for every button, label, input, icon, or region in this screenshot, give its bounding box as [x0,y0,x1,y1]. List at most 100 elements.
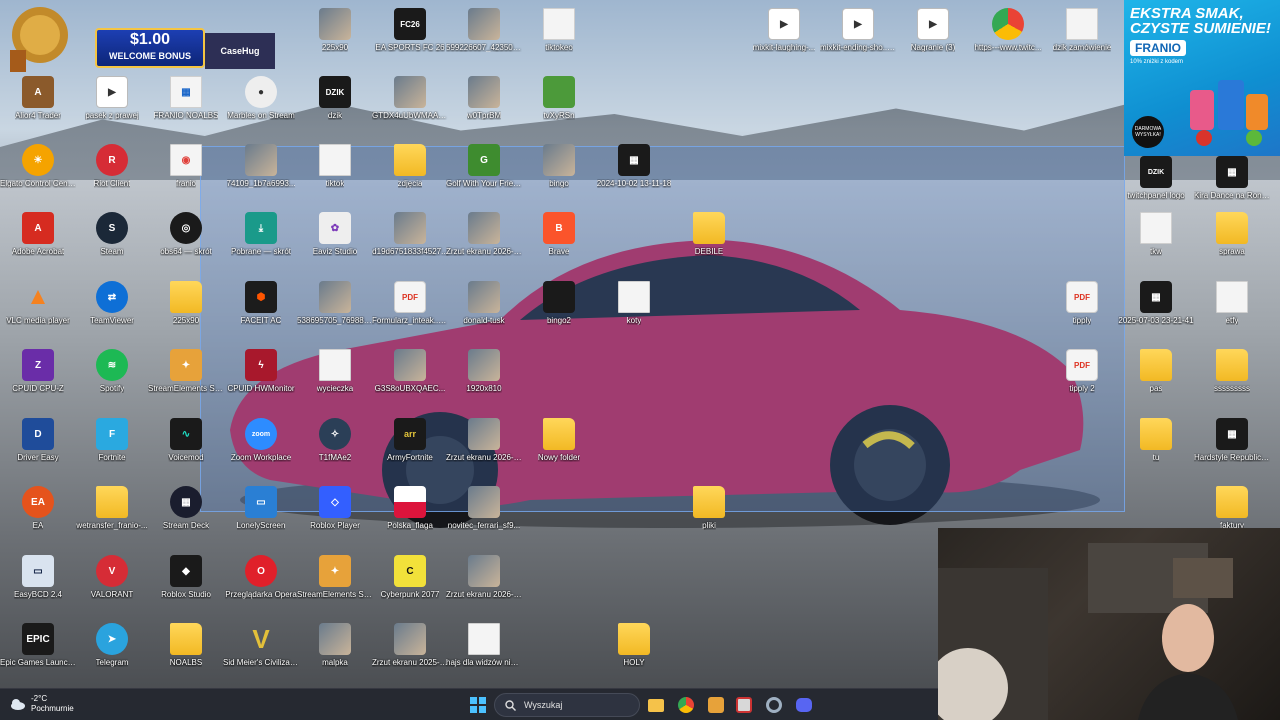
desktop-icon-opera[interactable]: O Przeglądarka Opera [223,555,299,621]
desktop-icon-malpka[interactable]: malpka [297,623,373,689]
desktop-icon-2025-07-03[interactable]: ▦ 2025-07-03 23-21-41 [1118,281,1194,347]
taskbar-file-explorer[interactable] [644,693,668,717]
desktop-icon-holy[interactable]: HOLY [596,623,672,689]
desktop-icon-etfy[interactable]: etfy [1194,281,1270,347]
desktop-icon-formularz[interactable]: PDF Formularz_inteak... (2) [372,281,448,347]
desktop-icon-twitch-link[interactable]: https---www.twitc... [970,8,1046,74]
desktop-icon-1920x810[interactable]: 1920x810 [446,349,522,415]
desktop-icon-voicemod[interactable]: ∿ Voicemod [148,418,224,484]
desktop-icon-franio-noalbs[interactable]: ▦ FRANIO NOALBS [148,76,224,142]
desktop-icon-g3s8oubxqaec[interactable]: G3S8oUBXQAEC... [372,349,448,415]
desktop-icon-nowy-folder[interactable]: Nowy folder [521,418,597,484]
desktop-icon-w0tprbm[interactable]: w0TprBM [446,76,522,142]
desktop-icon-golf-with-friends[interactable]: G Golf With Your Friends [446,144,522,210]
desktop-icon-debile[interactable]: DEBILE [671,212,747,278]
desktop-icon-alior4-trader[interactable]: A Alior4 Trader [0,76,76,142]
taskbar-chrome[interactable] [674,693,698,717]
desktop-icon-cpuid-hwmonitor[interactable]: ϟ CPUID HWMonitor [223,349,299,415]
taskbar-snipping-tool[interactable] [732,693,756,717]
desktop-icon-599226607[interactable]: 599226607_423509... [446,8,522,74]
desktop-icon-epic-games[interactable]: EPIC Epic Games Launcher [0,623,76,689]
desktop-icon-streamelements-2[interactable]: ✦ StreamElements SE.Live [297,555,373,621]
desktop-icon-zrzut-2025-12-13[interactable]: Zrzut ekranu 2025-12-13 205224 [372,623,448,689]
desktop-icon-bingo2[interactable]: bingo2 [521,281,597,347]
desktop-icon-pliki[interactable]: pliki [671,486,747,552]
desktop-icon-cpu-z[interactable]: Z CPUID CPU-Z [0,349,76,415]
desktop-icon-easybcd[interactable]: ▭ EasyBCD 2.4 [0,555,76,621]
desktop-icon-teamviewer[interactable]: ⇄ TeamViewer [74,281,150,347]
desktop-icon-pas[interactable]: pas [1118,349,1194,415]
desktop-icon-pasek-z-prawej[interactable]: ▶ pasek z prawej [74,76,150,142]
taskbar-discord[interactable] [792,693,816,717]
desktop-icon-tu[interactable]: tu [1118,418,1194,484]
desktop-icon-sssssssss[interactable]: sssssssss [1194,349,1270,415]
desktop-icon-wycieczka[interactable]: wycieczka [297,349,373,415]
desktop-icon-dzik-zamowienie[interactable]: dzik zamówienie [1044,8,1120,74]
desktop-icon-gtdx4[interactable]: GTDX4uUbWMAAo... [372,76,448,142]
desktop-icon-franio[interactable]: ◉ franio [148,144,224,210]
desktop-icon-ea-sports-fc26[interactable]: FC26 EA SPORTS FC 26 [372,8,448,74]
desktop-icon-74109[interactable]: 74109_1b7a6993... [223,144,299,210]
desktop-icon-roblox-studio[interactable]: ◆ Roblox Studio [148,555,224,621]
desktop-icon-tiktokeo[interactable]: tiktokeo [521,8,597,74]
desktop-icon-novitec-ferrari[interactable]: novitec_ferrari_sf9... [446,486,522,552]
desktop-icon-marbles-on-stream[interactable]: ● Marbles on Stream [223,76,299,142]
desktop-icon-nagranie-3[interactable]: ▶ Nagranie (3) [895,8,971,74]
desktop-icon-hardstyle-republic[interactable]: ▦ Hardstyle Republic - Nervanen - One da… [1194,418,1270,484]
desktop-icon-elgato-control-center[interactable]: ☀ Elgato Control Center [0,144,76,210]
taskbar-search[interactable]: Wyszukaj [494,693,640,717]
desktop-icon-vlc[interactable]: ▲ VLC media player [0,281,76,347]
desktop-icon-streamelements[interactable]: ✦ StreamElements SE.Live [148,349,224,415]
desktop-icon-tkw[interactable]: tkw [1118,212,1194,278]
desktop-icon-steam[interactable]: S Steam [74,212,150,278]
desktop-icon-538695705[interactable]: 538695705_769881... [297,281,373,347]
desktop-icon-wetransfer[interactable]: wetransfer_franio-... [74,486,150,552]
desktop-icon-spotify[interactable]: ≋ Spotify [74,349,150,415]
desktop-icon-eaviz-studio[interactable]: ✿ Eaviz Studio [297,212,373,278]
desktop-icon-dzik[interactable]: DZIK dzik [297,76,373,142]
desktop-icon-sprawa[interactable]: sprawa [1194,212,1270,278]
desktop-icon-armyfortnite[interactable]: arr ArmyFortnite [372,418,448,484]
desktop-icon-brave[interactable]: B Brave [521,212,597,278]
weather-widget[interactable]: -2°C Pochmurnie [10,694,74,714]
desktop-icon-hajs-dla-widzow[interactable]: hajs dla widzów nie otwierać [446,623,522,689]
desktop-icon-ea[interactable]: EA EA [0,486,76,552]
desktop-icon-mixkit-laughing[interactable]: ▶ mixkit-laughing-... [746,8,822,74]
desktop-icon-2024-10-02[interactable]: ▦ 2024-10-02 13-11-18 [596,144,672,210]
desktop-icon-lonelyscreen[interactable]: ▭ LonelyScreen [223,486,299,552]
desktop-icon-noalbs[interactable]: NOALBS [148,623,224,689]
desktop-icon-fortnite[interactable]: F Fortnite [74,418,150,484]
desktop-icon-koty[interactable]: koty [596,281,672,347]
desktop-icon-zrzut-2026-01-13[interactable]: Zrzut ekranu 2026-01-13 001232 [446,212,522,278]
taskbar-streamelements[interactable] [704,693,728,717]
desktop-icon-d19d6751[interactable]: d19d6751833f4527... [372,212,448,278]
desktop-icon-zrzut-2026-01-17[interactable]: Zrzut ekranu 2026-01-17 192350 [446,418,522,484]
desktop-icon-225x90-top[interactable]: 225x90 [297,8,373,74]
desktop-icon-faceit-ac[interactable]: ⬢ FACEIT AC [223,281,299,347]
desktop-icon-polska-flaga[interactable]: Polska_flaga [372,486,448,552]
desktop-icon-pobrane[interactable]: ⤓ Pobrane — skrót [223,212,299,278]
desktop-icon-tipply-2[interactable]: PDF tipply 2 [1044,349,1120,415]
desktop-icon-roblox-player[interactable]: ◇ Roblox Player [297,486,373,552]
desktop-icon-mixkit-ending[interactable]: ▶ mixkit-ending-sho... (mp3cut.net) [820,8,896,74]
desktop-icon-zrzut-2026-02-08[interactable]: Zrzut ekranu 2026-02-08 035433 [446,555,522,621]
desktop-icon-adobe-acrobat[interactable]: A Adobe Acrobat [0,212,76,278]
desktop-icon-stream-deck[interactable]: ▦ Stream Deck [148,486,224,552]
desktop-icon-zdjecia[interactable]: zdjęcia [372,144,448,210]
desktop-icon-tvxyrsn[interactable]: tvXyRSn [521,76,597,142]
start-button[interactable] [466,693,490,717]
desktop-icon-riot-client[interactable]: R Riot Client [74,144,150,210]
desktop-icon-cyberpunk[interactable]: C Cyberpunk 2077 [372,555,448,621]
desktop-icon-t1fmae2[interactable]: ✧ T1fMAe2 [297,418,373,484]
desktop-icon-tipply[interactable]: PDF tipply [1044,281,1120,347]
desktop-icon-bingo[interactable]: bingo [521,144,597,210]
desktop-icon-obs64[interactable]: ◎ obs64 — skrót [148,212,224,278]
desktop-icon-valorant[interactable]: V VALORANT [74,555,150,621]
taskbar-settings[interactable] [762,693,786,717]
desktop-icon-donald-tusk[interactable]: donald-tusk [446,281,522,347]
desktop-icon-civilization-v[interactable]: V Sid Meier's Civilization V [223,623,299,689]
desktop-icon-zoom[interactable]: zoom Zoom Workplace [223,418,299,484]
desktop-icon-driver-easy[interactable]: D Driver Easy [0,418,76,484]
desktop-icon-tiktok[interactable]: tiktok [297,144,373,210]
desktop-icon-225x90-folder[interactable]: 225x90 [148,281,224,347]
